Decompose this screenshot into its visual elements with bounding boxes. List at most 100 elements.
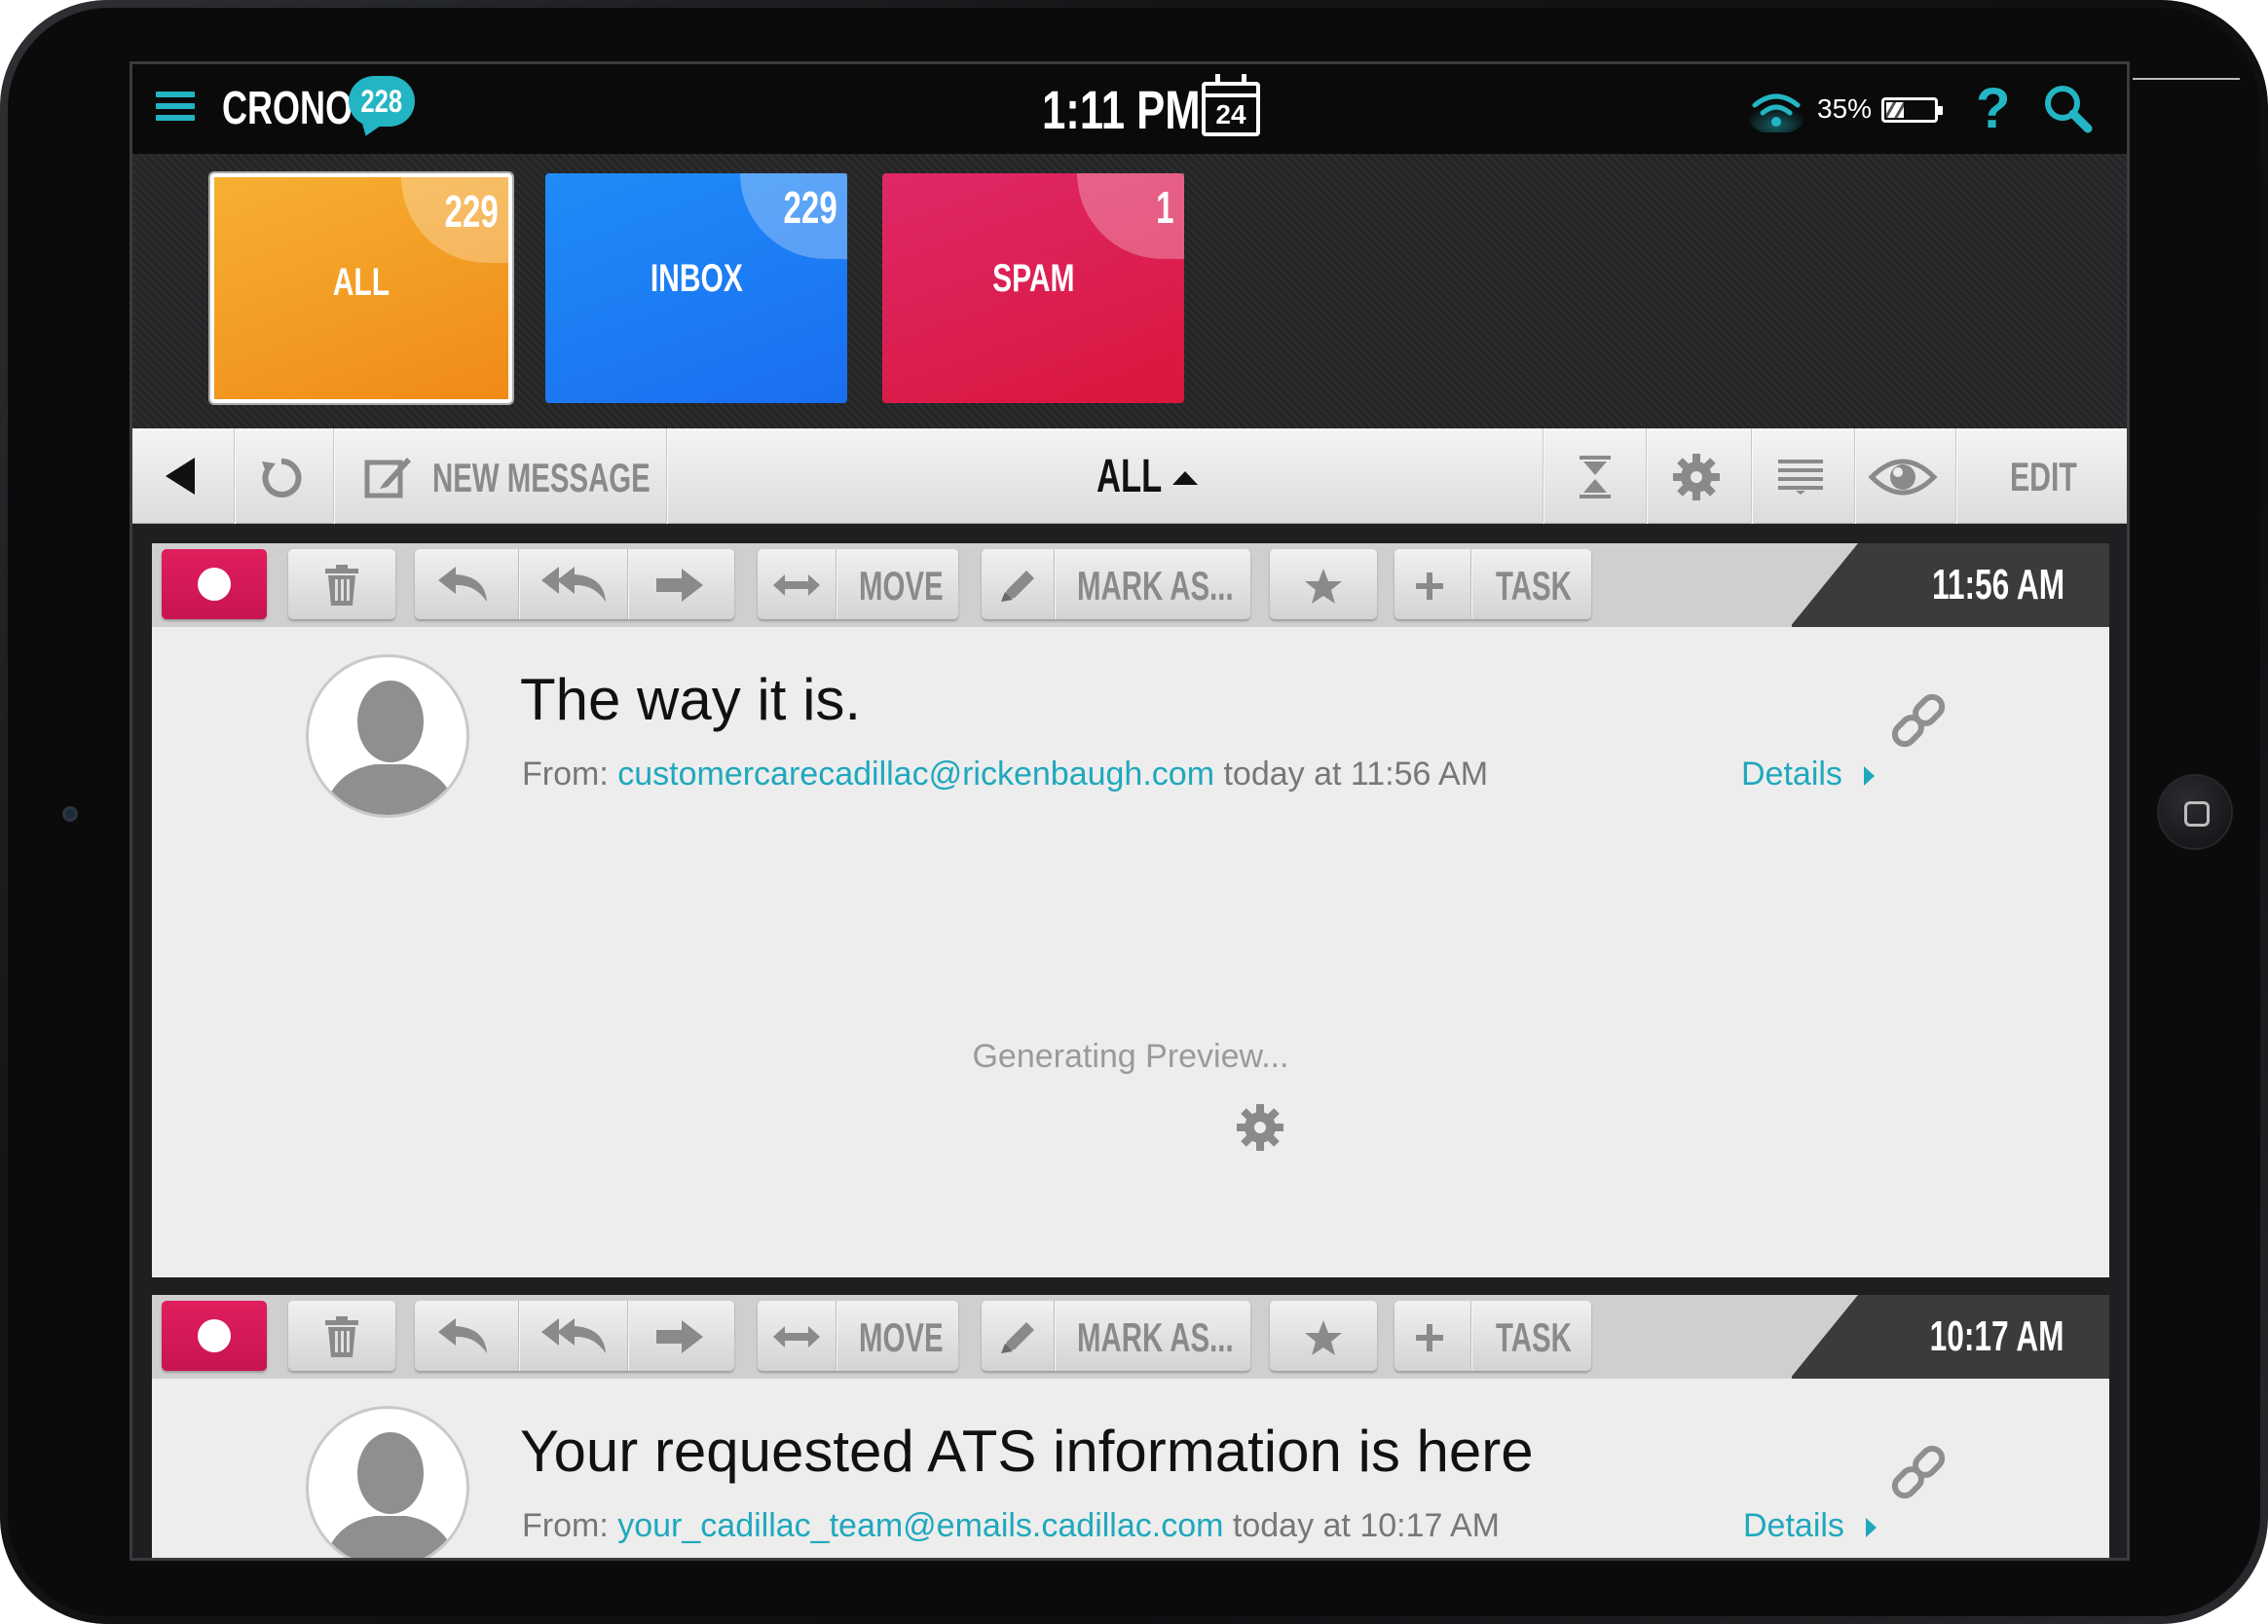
message-card[interactable]: MOVE MARK AS... bbox=[152, 1295, 2109, 1558]
delete-button[interactable] bbox=[288, 549, 395, 619]
details-link[interactable]: Details bbox=[1743, 1507, 1877, 1545]
trash-icon bbox=[325, 1316, 358, 1357]
divider bbox=[1543, 428, 1544, 524]
divider bbox=[1646, 428, 1648, 524]
reply-group bbox=[415, 549, 734, 619]
forward-icon[interactable] bbox=[656, 569, 703, 602]
move-label: MOVE bbox=[859, 1314, 944, 1360]
tablet-frame: CRONO 228 1:11 PM 24 35% ? 229 ALL 229 I… bbox=[0, 0, 2268, 1624]
from-label: From: bbox=[522, 756, 609, 793]
menu-icon[interactable] bbox=[156, 92, 195, 125]
link-icon[interactable] bbox=[1891, 693, 1946, 748]
message-time: 11:56 AM bbox=[1931, 561, 2064, 609]
caret-up-icon[interactable] bbox=[1172, 471, 1198, 485]
status-bar: CRONO 228 1:11 PM 24 35% ? bbox=[132, 64, 2127, 154]
main-toolbar: NEW MESSAGE ALL EDIT bbox=[132, 428, 2127, 524]
sender-address[interactable]: your_cadillac_team@emails.cadillac.com bbox=[617, 1507, 1223, 1544]
divider bbox=[333, 428, 335, 524]
pencil-icon bbox=[1001, 1322, 1034, 1353]
refresh-icon[interactable] bbox=[259, 456, 304, 500]
search-icon[interactable] bbox=[2041, 82, 2094, 134]
star-button[interactable] bbox=[1270, 1301, 1377, 1371]
task-button[interactable]: TASK bbox=[1394, 549, 1591, 619]
tile-count: 229 bbox=[740, 173, 847, 259]
gear-icon[interactable] bbox=[1671, 452, 1722, 502]
front-camera bbox=[62, 806, 78, 822]
divider bbox=[1854, 428, 1856, 524]
link-icon[interactable] bbox=[1891, 1445, 1946, 1499]
pencil-icon bbox=[1001, 571, 1034, 602]
received-time: today at 10:17 AM bbox=[1232, 1507, 1500, 1544]
edit-button[interactable]: EDIT bbox=[2010, 454, 2077, 500]
tile-spam[interactable]: 1 SPAM bbox=[882, 173, 1184, 403]
clock: 1:11 PM bbox=[1042, 79, 1201, 140]
list-icon[interactable] bbox=[1778, 460, 1823, 495]
tile-count: 229 bbox=[401, 177, 508, 263]
wifi-icon bbox=[1749, 93, 1803, 132]
plus-icon bbox=[1416, 1324, 1443, 1351]
message-subject[interactable]: The way it is. bbox=[520, 666, 861, 733]
avatar bbox=[306, 1406, 469, 1558]
mark-as-label: MARK AS... bbox=[1077, 1314, 1234, 1360]
message-time-tab: 11:56 AM bbox=[1790, 543, 2109, 627]
mark-as-button[interactable]: MARK AS... bbox=[982, 549, 1250, 619]
delete-button[interactable] bbox=[288, 1301, 395, 1371]
tile-all[interactable]: 229 ALL bbox=[210, 173, 512, 403]
reply-icon[interactable] bbox=[436, 563, 491, 606]
calendar-day: 24 bbox=[1215, 99, 1246, 129]
battery-percent: 35% bbox=[1817, 93, 1873, 124]
move-button[interactable]: MOVE bbox=[758, 1301, 958, 1371]
reply-all-icon[interactable] bbox=[539, 563, 610, 606]
avatar-icon bbox=[323, 681, 458, 815]
eye-icon[interactable] bbox=[1868, 452, 1938, 502]
from-line: From: your_cadillac_team@emails.cadillac… bbox=[522, 1507, 1500, 1545]
plus-icon bbox=[1416, 572, 1443, 600]
from-line: From: customercarecadillac@rickenbaugh.c… bbox=[522, 756, 1488, 794]
divider bbox=[2133, 78, 2240, 80]
forward-icon[interactable] bbox=[656, 1320, 703, 1353]
unread-badge: 228 bbox=[349, 76, 415, 127]
app-screen: CRONO 228 1:11 PM 24 35% ? 229 ALL 229 I… bbox=[130, 61, 2130, 1561]
reply-all-icon[interactable] bbox=[539, 1314, 610, 1357]
star-icon bbox=[1305, 569, 1342, 604]
unread-toggle-button[interactable] bbox=[162, 549, 267, 619]
trash-icon bbox=[325, 565, 358, 606]
move-icon bbox=[773, 1326, 820, 1347]
new-message-button[interactable]: NEW MESSAGE bbox=[432, 455, 651, 501]
move-button[interactable]: MOVE bbox=[758, 549, 958, 619]
star-button[interactable] bbox=[1270, 549, 1377, 619]
tile-label: INBOX bbox=[650, 257, 743, 300]
calendar-icon[interactable]: 24 bbox=[1202, 74, 1260, 136]
app-name: CRONO bbox=[222, 83, 353, 134]
details-link[interactable]: Details bbox=[1741, 756, 1875, 794]
tile-count: 1 bbox=[1077, 173, 1184, 259]
tile-label: ALL bbox=[332, 261, 390, 304]
task-button[interactable]: TASK bbox=[1394, 1301, 1591, 1371]
back-icon[interactable] bbox=[166, 458, 195, 495]
from-label: From: bbox=[522, 1507, 609, 1544]
message-subject[interactable]: Your requested ATS information is here bbox=[520, 1418, 1534, 1485]
message-card[interactable]: MOVE MARK AS... bbox=[152, 543, 2109, 1277]
task-label: TASK bbox=[1496, 1314, 1572, 1360]
home-button[interactable] bbox=[2157, 774, 2233, 850]
tile-label: SPAM bbox=[991, 257, 1075, 300]
compose-icon[interactable] bbox=[364, 454, 411, 498]
preview-status: Generating Preview... bbox=[972, 1038, 1289, 1075]
loading-gear-icon bbox=[1237, 1104, 1283, 1151]
star-icon bbox=[1305, 1320, 1342, 1355]
divider bbox=[666, 428, 668, 524]
avatar-icon bbox=[325, 1432, 456, 1558]
divider bbox=[234, 428, 236, 524]
mark-as-label: MARK AS... bbox=[1077, 563, 1234, 609]
mark-as-button[interactable]: MARK AS... bbox=[982, 1301, 1250, 1371]
unread-toggle-button[interactable] bbox=[162, 1301, 267, 1371]
sender-address[interactable]: customercarecadillac@rickenbaugh.com bbox=[617, 756, 1214, 793]
message-action-bar: MOVE MARK AS... bbox=[152, 1295, 2109, 1379]
avatar bbox=[306, 654, 469, 818]
tile-inbox[interactable]: 229 INBOX bbox=[545, 173, 847, 403]
folder-selector[interactable]: ALL bbox=[1097, 450, 1162, 503]
received-time: today at 11:56 AM bbox=[1223, 756, 1489, 793]
reply-icon[interactable] bbox=[436, 1314, 491, 1357]
collapse-icon[interactable] bbox=[1578, 456, 1613, 498]
help-icon[interactable]: ? bbox=[1976, 76, 2010, 141]
